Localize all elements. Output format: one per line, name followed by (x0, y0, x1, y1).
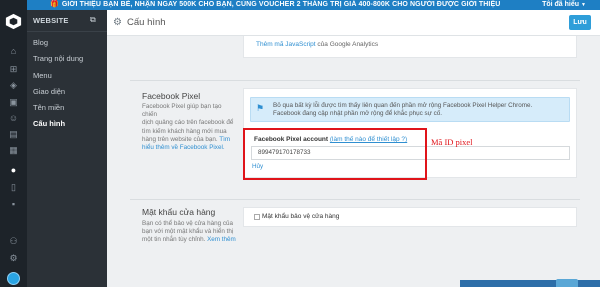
facebook-pixel-title: Facebook Pixel (142, 91, 201, 101)
cart-icon[interactable]: ⊞ (8, 64, 19, 75)
chat-bar[interactable] (460, 280, 600, 287)
see-more-link[interactable]: Xem thêm (207, 236, 236, 243)
home-icon[interactable]: ⌂ (8, 46, 19, 57)
ga-text: Thêm mã JavaScript của Google Analytics (256, 41, 379, 48)
report-icon[interactable]: ▤ (8, 129, 19, 140)
sidebar-item-pages[interactable]: Trang nội dung (33, 54, 83, 63)
sidebar-title: WEBSITE (33, 16, 69, 25)
gift-icon: 🎁 (50, 1, 59, 8)
avatar[interactable] (7, 272, 20, 285)
sidebar-header: WEBSITE ⧉ (27, 10, 107, 32)
sidebar-item-theme[interactable]: Giao diện (33, 87, 65, 96)
tag-icon[interactable]: ◈ (8, 80, 19, 91)
password-protect-checkbox[interactable] (254, 214, 260, 220)
mobile-icon[interactable]: ▯ (8, 182, 19, 193)
chevron-down-icon: ▼ (581, 2, 586, 8)
external-link-icon[interactable]: ⧉ (90, 15, 99, 24)
info-alert: ⚑ Bỏ qua bất kỳ lỗi được tìm thấy liên q… (250, 97, 570, 122)
store-password-description: Bạn có thể bảo vệ cửa hàng của bạn với m… (142, 220, 236, 244)
flag-icon: ⚑ (256, 103, 265, 113)
icon-nav-bar: ⌂ ⊞ ◈ ▣ ☺ ▤ ▦ ● ▯ ▪ ⚇ ⚙ (0, 0, 27, 287)
staff-icon[interactable]: ⚇ (8, 236, 19, 247)
settings-icon[interactable]: ⚙ (8, 253, 19, 264)
page-header: ⚙ Cấu hình Lưu (107, 10, 600, 36)
product-icon[interactable]: ▣ (8, 97, 19, 108)
user-icon[interactable]: ☺ (8, 113, 19, 124)
page-title: Cấu hình (127, 17, 166, 28)
save-button[interactable]: Lưu (569, 15, 591, 30)
google-analytics-card: Thêm mã JavaScript của Google Analytics (243, 36, 577, 58)
sidebar-item-domain[interactable]: Tên miền (33, 103, 64, 112)
add-ga-link[interactable]: Thêm mã JavaScript (256, 41, 316, 48)
section-divider (130, 199, 580, 200)
apps-icon[interactable]: ▪ (8, 199, 19, 210)
website-icon[interactable]: ● (8, 165, 19, 176)
highlight-annotation-box (243, 128, 427, 180)
section-divider (130, 80, 580, 81)
logo-icon[interactable] (4, 12, 23, 31)
gear-icon: ⚙ (113, 17, 122, 28)
sidebar-item-settings[interactable]: Cấu hình (33, 119, 65, 128)
annotation-label: Mã ID pixel (431, 137, 473, 147)
dismiss-link[interactable]: Tôi đã hiểu ▼ (542, 0, 586, 10)
website-sidebar: WEBSITE ⧉ Blog Trang nội dung Menu Giao … (27, 10, 107, 287)
store-password-title: Mật khẩu cửa hàng (142, 207, 216, 217)
promo-bar: 🎁 GIỚI THIỆU BẠN BÈ, NHẬN NGAY 500K CHO B… (0, 0, 600, 10)
sidebar-item-blog[interactable]: Blog (33, 38, 48, 47)
learn-more-link[interactable]: Tìm (219, 136, 230, 143)
scroll-handle[interactable] (556, 279, 578, 287)
learn-more-link-2[interactable]: hiểu thêm về Facebook Pixel. (142, 144, 237, 152)
facebook-pixel-description: Facebook Pixel giúp bạn tạo chiến dịch q… (142, 103, 237, 152)
password-protect-label: Mật khẩu bảo vệ cửa hàng (262, 213, 340, 220)
discount-icon[interactable]: ▦ (8, 145, 19, 156)
promo-text[interactable]: 🎁 GIỚI THIỆU BẠN BÈ, NHẬN NGAY 500K CHO B… (50, 0, 500, 10)
sidebar-item-menu[interactable]: Menu (33, 71, 52, 80)
